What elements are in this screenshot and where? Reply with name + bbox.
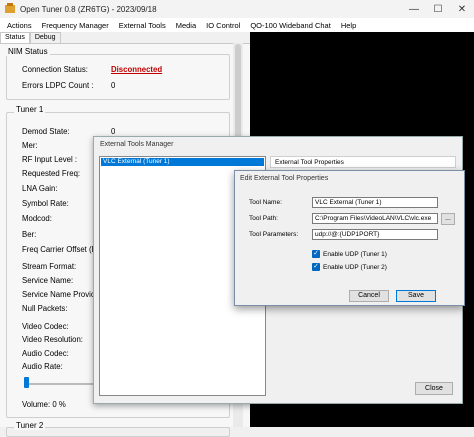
- requested-freq-label: Requested Freq:: [22, 169, 81, 178]
- menu-qo100-chat[interactable]: QO-100 Wideband Chat: [245, 21, 335, 30]
- mer-label: Mer:: [22, 141, 38, 150]
- modcod-label: Modcod:: [22, 214, 52, 223]
- volume-slider-track[interactable]: [24, 383, 96, 385]
- connection-status-label: Connection Status:: [22, 65, 88, 74]
- errors-ldpc-value: 0: [111, 81, 116, 90]
- tool-name-field[interactable]: VLC External (Tuner 1): [312, 197, 438, 208]
- menu-bar: Actions Frequency Manager External Tools…: [0, 18, 474, 32]
- tool-name-label: Tool Name:: [249, 199, 282, 206]
- tuner2-title: Tuner 2: [14, 421, 46, 430]
- demod-state-value: 0: [111, 127, 116, 136]
- tool-path-label: Tool Path:: [249, 215, 278, 222]
- menu-help[interactable]: Help: [336, 21, 361, 30]
- close-icon[interactable]: ✕: [450, 0, 474, 18]
- nim-status-title: NIM Status: [6, 47, 50, 56]
- volume-label: Volume: 0 %: [22, 400, 66, 409]
- etm-title: External Tools Manager: [100, 141, 174, 148]
- tool-parameters-field[interactable]: udp://@:{UDP1PORT}: [312, 229, 438, 240]
- menu-frequency-manager[interactable]: Frequency Manager: [37, 21, 114, 30]
- null-packets-label: Null Packets:: [22, 304, 68, 313]
- service-name-provider-label: Service Name Provic: [22, 290, 95, 299]
- errors-ldpc-label: Errors LDPC Count :: [22, 81, 94, 90]
- list-item[interactable]: VLC External (Tuner 1): [101, 158, 264, 166]
- freq-carrier-offset-label: Freq Carrier Offset (H: [22, 245, 98, 254]
- menu-media[interactable]: Media: [171, 21, 201, 30]
- enable-udp-tuner2-label: Enable UDP (Tuner 2): [323, 264, 387, 271]
- service-name-label: Service Name:: [22, 276, 74, 285]
- minimize-icon[interactable]: —: [402, 0, 426, 18]
- tool-path-field[interactable]: C:\Program Files\VideoLAN\VLC\vlc.exe: [312, 213, 438, 224]
- close-button[interactable]: Close: [415, 382, 453, 395]
- app-icon: [4, 3, 16, 14]
- audio-codec-label: Audio Codec:: [22, 349, 69, 358]
- maximize-icon[interactable]: ☐: [426, 0, 450, 18]
- volume-slider-thumb[interactable]: [24, 377, 29, 388]
- window-controls: — ☐ ✕: [402, 0, 474, 18]
- browse-button[interactable]: ...: [441, 213, 455, 225]
- video-resolution-label: Video Resolution:: [22, 335, 83, 344]
- symbol-rate-label: Symbol Rate:: [22, 199, 69, 208]
- tuner1-title: Tuner 1: [14, 105, 46, 114]
- ber-label: Ber:: [22, 230, 37, 239]
- edit-tool-dialog: Edit External Tool Properties Tool Name:…: [234, 170, 465, 306]
- video-codec-label: Video Codec:: [22, 322, 69, 331]
- demod-state-label: Demod State:: [22, 127, 70, 136]
- menu-actions[interactable]: Actions: [2, 21, 37, 30]
- enable-udp-tuner2-checkbox[interactable]: ✓: [312, 263, 320, 271]
- enable-udp-tuner1-label: Enable UDP (Tuner 1): [323, 251, 387, 258]
- title-bar: Open Tuner 0.8 (ZR6TG) - 2023/09/18 — ☐ …: [0, 0, 474, 18]
- save-button[interactable]: Save: [396, 290, 436, 302]
- stream-format-label: Stream Format:: [22, 262, 77, 271]
- tool-parameters-label: Tool Parameters:: [249, 231, 299, 238]
- lna-gain-label: LNA Gain:: [22, 184, 58, 193]
- rf-input-level-label: RF Input Level :: [22, 155, 78, 164]
- window-title: Open Tuner 0.8 (ZR6TG) - 2023/09/18: [20, 5, 157, 14]
- edit-dialog-title: Edit External Tool Properties: [240, 175, 329, 182]
- cancel-button[interactable]: Cancel: [349, 290, 389, 302]
- menu-external-tools[interactable]: External Tools: [114, 21, 171, 30]
- tab-strip: Status Debug: [0, 32, 250, 44]
- nim-status-group: [6, 54, 230, 100]
- audio-rate-label: Audio Rate:: [22, 362, 63, 371]
- enable-udp-tuner1-checkbox[interactable]: ✓: [312, 250, 320, 258]
- menu-io-control[interactable]: IO Control: [201, 21, 245, 30]
- tab-external-tool-properties[interactable]: External Tool Properties: [270, 156, 456, 168]
- connection-status-value: Disconnected: [111, 65, 163, 74]
